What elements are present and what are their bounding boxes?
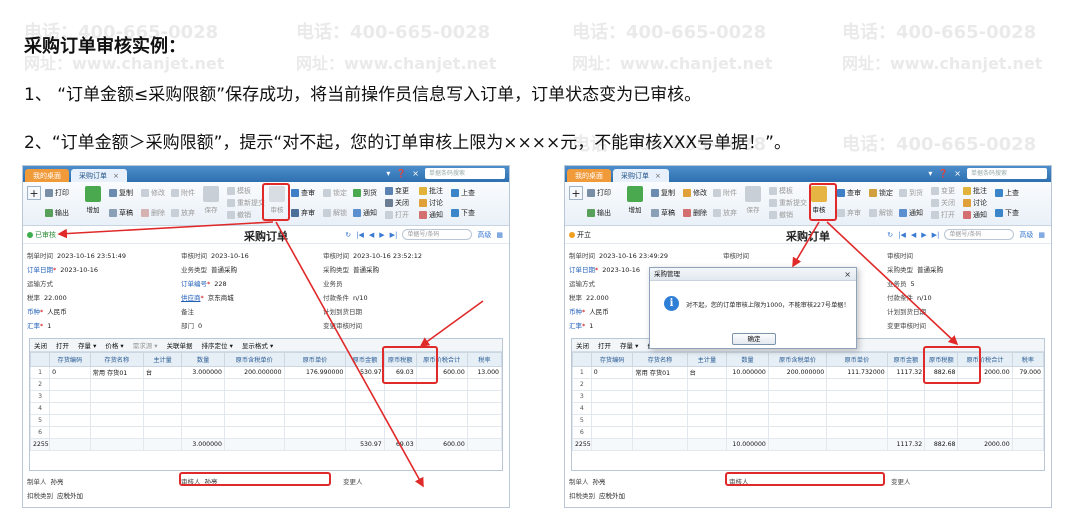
- screenshot-approved-order: 我的桌面 采购订单 × ▾ ❓ × 单据条码搜索 + 打印 输出 增加 复制 草稿…: [22, 165, 510, 508]
- doc-title: 采购订单审核实例：: [24, 36, 186, 57]
- watermark-phone: 电话：400-665-0028: [842, 134, 1037, 155]
- doc-line-2: 2、“订单金额＞采购限额”，提示“对不起，您的订单审核上限为××××元，不能审核…: [24, 133, 791, 153]
- annotation-arrows: [57, 221, 484, 488]
- watermark-phone: 电话：400-665-0028: [296, 22, 491, 43]
- watermark-site: 网址：www.chanjet.net: [842, 54, 1043, 73]
- doc-line-1: 1、 “订单金额≤采购限额”保存成功，将当前操作员信息写入订单，订单状态变为已审…: [24, 85, 702, 105]
- annotation-arrows: [792, 221, 959, 346]
- screenshot-rejected-order: 我的桌面 采购订单 × ▾ ❓ × 单据条码搜索 + 打印 输出 增加 复制 草稿…: [564, 165, 1052, 508]
- watermark-site: 网址：www.chanjet.net: [572, 54, 773, 73]
- watermark-site: 网址：www.chanjet.net: [296, 54, 497, 73]
- watermark-phone: 电话：400-665-0028: [842, 22, 1037, 43]
- watermark-phone: 电话：400-665-0028: [572, 22, 767, 43]
